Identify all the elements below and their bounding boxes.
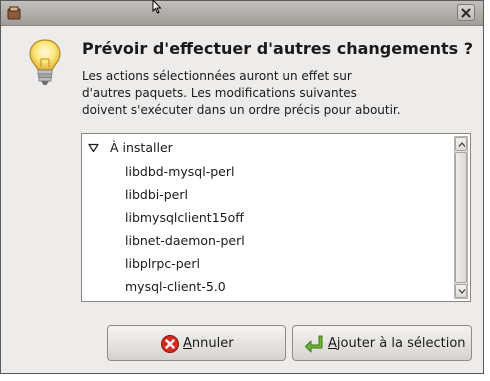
cancel-button-label: Annuler <box>183 336 234 351</box>
tree-group-label: À installer <box>110 140 173 155</box>
package-item[interactable]: libdbd-mysql-perl <box>125 164 234 179</box>
scrollbar-thumb[interactable] <box>455 152 467 283</box>
vertical-scrollbar[interactable] <box>454 136 468 299</box>
package-item[interactable]: libnet-daemon-perl <box>125 233 245 248</box>
title-bar[interactable] <box>1 1 483 26</box>
package-item[interactable]: mysql-client-5.0 <box>125 279 226 294</box>
scroll-up-button[interactable] <box>455 137 467 151</box>
dialog-window: Prévoir d'effectuer d'autres changements… <box>0 0 484 374</box>
scroll-down-button[interactable] <box>455 284 467 298</box>
package-item[interactable]: libmysqlclient15off <box>125 210 244 225</box>
description-line: d'autres paquets. Les modifications suiv… <box>82 86 357 100</box>
expander-down-icon[interactable] <box>88 143 99 153</box>
dialog-heading: Prévoir d'effectuer d'autres changements… <box>82 39 474 58</box>
lightbulb-icon <box>29 39 61 85</box>
close-icon <box>461 8 471 18</box>
package-item[interactable]: libdbi-perl <box>125 187 188 202</box>
description-line: doivent s'exécuter dans un ordre précis … <box>82 103 401 117</box>
chevron-down-icon <box>458 289 466 294</box>
close-button[interactable] <box>457 4 475 21</box>
apply-arrow-icon <box>305 335 323 353</box>
add-to-selection-label: Ajouter à la sélection <box>328 336 466 351</box>
app-icon <box>7 5 21 20</box>
cancel-button[interactable]: Annuler <box>107 325 286 361</box>
add-to-selection-button[interactable]: Ajouter à la sélection <box>292 325 472 361</box>
changes-tree-view[interactable]: À installer libdbd-mysql-perl libdbi-per… <box>81 133 471 302</box>
mouse-cursor-icon <box>152 0 162 14</box>
chevron-up-icon <box>458 142 466 147</box>
package-item[interactable]: libplrpc-perl <box>125 256 200 271</box>
cancel-icon <box>161 335 179 353</box>
dialog-description: Les actions sélectionnées auront un effe… <box>82 68 412 119</box>
description-line: Les actions sélectionnées auront un effe… <box>82 69 352 83</box>
